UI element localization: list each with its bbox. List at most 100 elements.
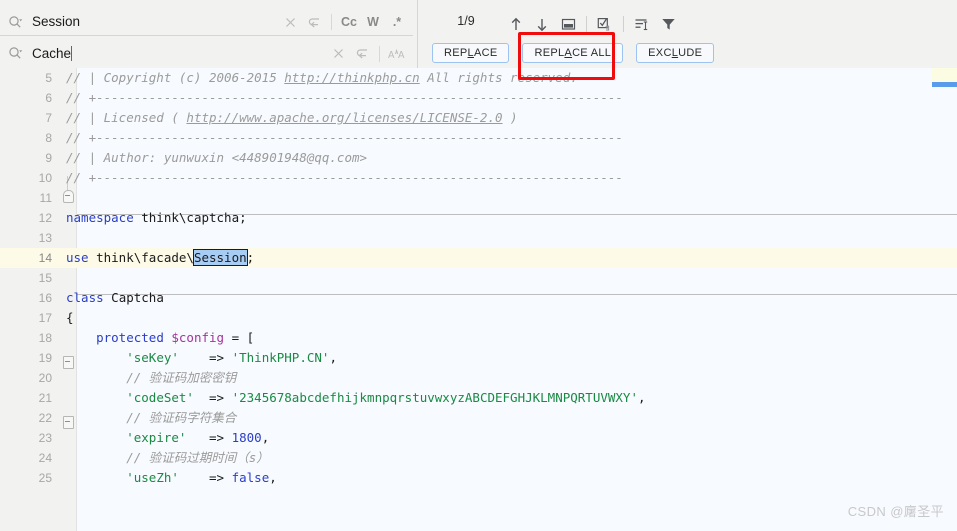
open-in-new-window-icon[interactable] — [555, 12, 581, 36]
code-line[interactable]: 15 — [0, 268, 957, 288]
line-number: 7 — [45, 111, 52, 125]
line-number: 10 — [38, 171, 52, 185]
revert-arrow-icon[interactable] — [302, 11, 326, 33]
code-line[interactable]: 24 // 验证码过期时间（s） — [0, 448, 957, 468]
exclude-button[interactable]: EXC L UDE — [636, 43, 715, 63]
find-in-selection-icon[interactable] — [629, 12, 655, 36]
replace-all-button-pre: REPL — [534, 47, 565, 59]
search-row: Session Cc W .* — [0, 9, 413, 36]
code-line[interactable]: 11 — [0, 188, 957, 208]
close-icon[interactable] — [326, 43, 350, 65]
replace-all-button-post: CE ALL — [572, 47, 612, 59]
match-case-toggle[interactable]: Cc — [337, 11, 361, 33]
line-number: 19 — [38, 351, 52, 365]
code-text: 'seKey' => 'ThinkPHP.CN', — [126, 350, 337, 365]
line-number: 24 — [38, 451, 52, 465]
line-number: 12 — [38, 211, 52, 225]
code-line[interactable]: 12 namespace think\captcha; — [0, 208, 957, 228]
line-number: 8 — [45, 131, 52, 145]
line-number: 6 — [45, 91, 52, 105]
watermark: CSDN @廜圣平 — [847, 504, 944, 519]
replace-button[interactable]: REP L ACE — [432, 43, 510, 63]
svg-text:A: A — [388, 50, 395, 60]
code-text: // +------------------------------------… — [66, 130, 623, 145]
replace-field-icons: A A — [326, 43, 413, 65]
code-text: namespace think\captcha; — [66, 210, 247, 225]
code-text: // 验证码字符集合 — [66, 410, 237, 425]
toolbar-divider — [586, 16, 587, 32]
replace-dropdown-icon[interactable] — [4, 43, 26, 65]
line-number: 20 — [38, 371, 52, 385]
line-number: 25 — [38, 471, 52, 485]
code-text: // | Author: yunwuxin <448901948@qq.com> — [66, 150, 368, 165]
icon-divider — [331, 14, 332, 30]
match-counter: 1/9 — [457, 14, 475, 28]
words-toggle[interactable]: W — [361, 11, 385, 33]
code-line[interactable]: 18 protected $config = [ — [0, 328, 957, 348]
find-toolbar — [503, 12, 681, 36]
scrollbar-mark-modified — [932, 68, 957, 82]
icon-divider — [379, 45, 380, 62]
code-line[interactable]: 14 use think\facade\Session; — [0, 248, 957, 268]
code-line[interactable]: 5 // | Copyright (c) 2006-2015 http://thi… — [0, 68, 957, 88]
code-text: class Captcha — [66, 290, 164, 305]
find-replace-editor-window: Session Cc W .* Cache A A 1/9 REP L ACE … — [0, 0, 957, 531]
code-text: { — [66, 310, 74, 325]
code-text: use think\facade\Session; — [66, 249, 255, 266]
find-previous-icon[interactable] — [503, 12, 529, 36]
line-number: 9 — [45, 151, 52, 165]
code-text: 'useZh' => false, — [126, 470, 277, 485]
code-line[interactable]: 16 class Captcha — [0, 288, 957, 308]
line-number: 5 — [45, 71, 52, 85]
code-line[interactable]: 13 — [0, 228, 957, 248]
search-dropdown-icon[interactable] — [4, 11, 26, 33]
close-icon[interactable] — [278, 11, 302, 33]
line-number: 18 — [38, 331, 52, 345]
line-number: 22 — [38, 411, 52, 425]
exclude-button-post: UDE — [678, 47, 703, 59]
code-lines: 5 // | Copyright (c) 2006-2015 http://thi… — [0, 68, 957, 488]
find-replace-panel: Session Cc W .* Cache A A 1/9 REP L ACE … — [0, 0, 957, 68]
toolbar-divider-2 — [623, 16, 624, 32]
line-number: 23 — [38, 431, 52, 445]
find-action-buttons: REP L ACE REPL A CE ALL EXC L UDE — [432, 43, 715, 63]
find-next-icon[interactable] — [529, 12, 555, 36]
code-text: // 验证码过期时间（s） — [66, 450, 269, 465]
code-text: protected $config = [ — [96, 330, 255, 345]
line-number: 16 — [38, 291, 52, 305]
replace-value: Cache — [32, 45, 72, 61]
code-line[interactable]: 20 // 验证码加密密钥 — [0, 368, 957, 388]
search-field-icons: Cc W .* — [278, 11, 413, 33]
select-all-occurrences-icon[interactable] — [592, 12, 618, 36]
code-editor[interactable]: 5 // | Copyright (c) 2006-2015 http://thi… — [0, 68, 957, 531]
filter-icon[interactable] — [655, 12, 681, 36]
line-number: 14 — [38, 251, 52, 265]
line-number: 21 — [38, 391, 52, 405]
replace-button-pre: REP — [444, 47, 468, 59]
revert-arrow-icon[interactable] — [350, 43, 374, 65]
replace-row: Cache A A — [0, 40, 413, 67]
code-line[interactable]: 8 // +-----------------------------------… — [0, 128, 957, 148]
search-value: Session — [32, 14, 81, 29]
code-line[interactable]: 25 'useZh' => false, — [0, 468, 957, 488]
code-line[interactable]: 21 'codeSet' => '2345678abcdefhijkmnpqrs… — [0, 388, 957, 408]
code-text: // | Copyright (c) 2006-2015 http://thin… — [66, 70, 578, 85]
search-input[interactable]: Session Cc W .* — [0, 9, 413, 36]
regex-toggle[interactable]: .* — [385, 11, 409, 33]
code-text: // +------------------------------------… — [66, 170, 623, 185]
exclude-button-pre: EXC — [648, 47, 672, 59]
code-line[interactable]: 19 'seKey' => 'ThinkPHP.CN', — [0, 348, 957, 368]
code-line[interactable]: 6 // +-----------------------------------… — [0, 88, 957, 108]
code-line[interactable]: 10 // +----------------------------------… — [0, 168, 957, 188]
code-line[interactable]: 7 // | Licensed ( http://www.apache.org/l… — [0, 108, 957, 128]
scrollbar-thumb — [932, 82, 957, 87]
replace-input[interactable]: Cache A A — [0, 40, 413, 67]
code-line[interactable]: 9 // | Author: yunwuxin <448901948@qq.com… — [0, 148, 957, 168]
replace-all-button-mnemonic: A — [564, 47, 573, 59]
code-line[interactable]: 22 // 验证码字符集合 — [0, 408, 957, 428]
preserve-case-toggle[interactable]: A A — [385, 43, 409, 65]
code-line[interactable]: 17 { — [0, 308, 957, 328]
code-line[interactable]: 23 'expire' => 1800, — [0, 428, 957, 448]
replace-all-button[interactable]: REPL A CE ALL — [522, 43, 624, 63]
code-text: 'expire' => 1800, — [126, 430, 270, 445]
